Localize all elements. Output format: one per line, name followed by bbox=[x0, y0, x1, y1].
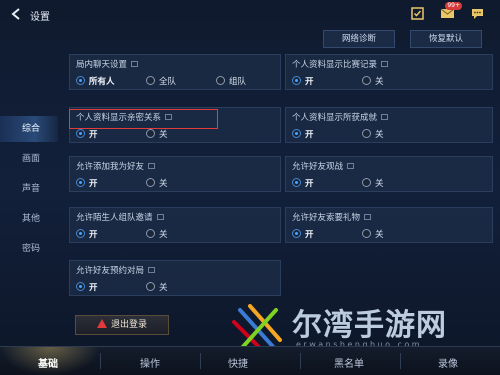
radio-unselected-icon bbox=[146, 129, 155, 138]
radio-selected-icon bbox=[76, 282, 85, 291]
reserve-match-label: 允许好友预约对局 bbox=[76, 264, 156, 276]
achievements-label: 个人资料显示所获成就 bbox=[292, 111, 389, 123]
tab-divider bbox=[100, 353, 101, 369]
highlight-box bbox=[69, 109, 218, 129]
tab-divider bbox=[400, 353, 401, 369]
tab-quick-message[interactable]: 快捷 bbox=[228, 355, 248, 370]
match-record-panel: 个人资料显示比赛记录 开 关 bbox=[285, 54, 493, 90]
add-friend-panel: 允许添加我为好友 开 关 bbox=[69, 156, 281, 192]
sidebar-item-graphics[interactable]: 画面 bbox=[0, 146, 58, 172]
intimacy-off[interactable]: 关 bbox=[146, 128, 168, 140]
radio-unselected-icon bbox=[146, 178, 155, 187]
radio-unselected-icon bbox=[216, 76, 225, 85]
info-icon[interactable] bbox=[381, 113, 389, 120]
tab-basic[interactable]: 基础 bbox=[38, 355, 58, 370]
radio-unselected-icon bbox=[146, 76, 155, 85]
tab-divider bbox=[300, 353, 301, 369]
radio-unselected-icon bbox=[362, 229, 371, 238]
tab-replay[interactable]: 录像 bbox=[438, 355, 458, 370]
sidebar-item-sound[interactable]: 声音 bbox=[0, 176, 58, 202]
radio-unselected-icon bbox=[146, 229, 155, 238]
mail-icon[interactable]: 99+ bbox=[440, 2, 462, 21]
logout-button[interactable]: 退出登录 bbox=[75, 315, 169, 335]
achievements-on[interactable]: 开 bbox=[292, 128, 314, 140]
network-diagnose-button[interactable]: 网络诊断 bbox=[323, 30, 395, 48]
chat-option-party[interactable]: 组队 bbox=[216, 75, 246, 87]
radio-selected-icon bbox=[76, 229, 85, 238]
achievements-panel: 个人资料显示所获成就 开 关 bbox=[285, 107, 493, 143]
sidebar-item-general[interactable]: 综合 bbox=[0, 116, 58, 142]
task-check-icon[interactable] bbox=[410, 6, 425, 21]
match-record-label: 个人资料显示比赛记录 bbox=[292, 58, 389, 70]
radio-unselected-icon bbox=[146, 282, 155, 291]
bottom-tab-bar: 基础 操作 快捷 黑名单 录像 bbox=[0, 346, 500, 375]
top-bar: 设置 99+ bbox=[0, 0, 500, 28]
stranger-invite-panel: 允许陌生人组队邀请 开 关 bbox=[69, 207, 281, 243]
tab-divider bbox=[200, 353, 201, 369]
info-icon[interactable] bbox=[364, 213, 372, 220]
mail-badge: 99+ bbox=[445, 2, 462, 10]
match-record-off[interactable]: 关 bbox=[362, 75, 384, 87]
warning-icon bbox=[96, 319, 107, 328]
radio-selected-icon bbox=[292, 129, 301, 138]
stranger-invite-on[interactable]: 开 bbox=[76, 228, 98, 240]
radio-selected-icon bbox=[292, 178, 301, 187]
radio-selected-icon bbox=[292, 229, 301, 238]
info-icon[interactable] bbox=[148, 266, 156, 273]
page-title: 设置 bbox=[30, 12, 50, 23]
add-friend-label: 允许添加我为好友 bbox=[76, 160, 156, 172]
chat-option-team[interactable]: 全队 bbox=[146, 75, 176, 87]
sidebar-item-other[interactable]: 其他 bbox=[0, 206, 58, 232]
gift-request-off[interactable]: 关 bbox=[362, 228, 384, 240]
reserve-match-panel: 允许好友预约对局 开 关 bbox=[69, 260, 281, 296]
achievements-off[interactable]: 关 bbox=[362, 128, 384, 140]
tab-blacklist[interactable]: 黑名单 bbox=[334, 355, 364, 370]
radio-unselected-icon bbox=[362, 178, 371, 187]
add-friend-off[interactable]: 关 bbox=[146, 177, 168, 189]
info-icon[interactable] bbox=[131, 60, 139, 67]
radio-selected-icon bbox=[76, 76, 85, 85]
chat-bubble-icon[interactable] bbox=[470, 6, 485, 21]
spectate-off[interactable]: 关 bbox=[362, 177, 384, 189]
restore-default-button[interactable]: 恢复默认 bbox=[410, 30, 482, 48]
radio-selected-icon bbox=[76, 129, 85, 138]
gift-request-panel: 允许好友索要礼物 开 关 bbox=[285, 207, 493, 243]
watermark-text: 尔湾手游网 bbox=[292, 308, 447, 343]
stranger-invite-off[interactable]: 关 bbox=[146, 228, 168, 240]
info-icon[interactable] bbox=[156, 213, 164, 220]
radio-selected-icon bbox=[292, 76, 301, 85]
radio-unselected-icon bbox=[362, 129, 371, 138]
radio-unselected-icon bbox=[362, 76, 371, 85]
reserve-match-off[interactable]: 关 bbox=[146, 281, 168, 293]
back-arrow-icon[interactable] bbox=[10, 7, 24, 21]
add-friend-on[interactable]: 开 bbox=[76, 177, 98, 189]
spectate-label: 允许好友观战 bbox=[292, 160, 355, 172]
radio-selected-icon bbox=[76, 178, 85, 187]
info-icon[interactable] bbox=[148, 162, 156, 169]
spectate-on[interactable]: 开 bbox=[292, 177, 314, 189]
intimacy-on[interactable]: 开 bbox=[76, 128, 98, 140]
chat-setting-label: 局内聊天设置 bbox=[76, 58, 139, 70]
reserve-match-on[interactable]: 开 bbox=[76, 281, 98, 293]
sidebar-item-password[interactable]: 密码 bbox=[0, 236, 58, 262]
stranger-invite-label: 允许陌生人组队邀请 bbox=[76, 211, 164, 223]
match-record-on[interactable]: 开 bbox=[292, 75, 314, 87]
info-icon[interactable] bbox=[381, 60, 389, 67]
gift-request-label: 允许好友索要礼物 bbox=[292, 211, 372, 223]
info-icon[interactable] bbox=[347, 162, 355, 169]
tab-operation[interactable]: 操作 bbox=[140, 355, 160, 370]
chat-option-all[interactable]: 所有人 bbox=[76, 75, 115, 87]
spectate-panel: 允许好友观战 开 关 bbox=[285, 156, 493, 192]
chat-setting-panel: 局内聊天设置 所有人 全队 组队 bbox=[69, 54, 281, 90]
gift-request-on[interactable]: 开 bbox=[292, 228, 314, 240]
